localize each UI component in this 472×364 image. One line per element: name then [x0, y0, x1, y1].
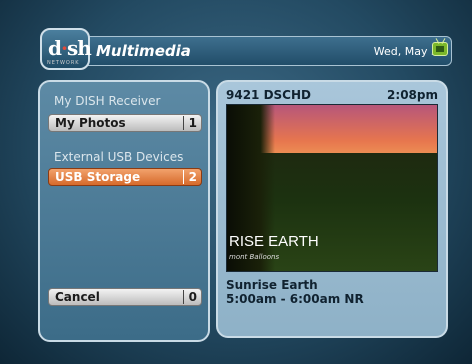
- date-label: Wed, May 3: [373, 45, 438, 58]
- video-caption-subtitle: mont Balloons: [229, 253, 280, 261]
- cancel-button[interactable]: Cancel 0: [48, 288, 202, 306]
- menu-item-label: My Photos: [55, 116, 126, 130]
- page-title: Multimedia: [96, 42, 191, 60]
- menu-panel: My DISH Receiver My Photos 1 External US…: [38, 80, 210, 342]
- menu-item-my-photos[interactable]: My Photos 1: [48, 114, 202, 132]
- menu-item-number: 2: [182, 170, 197, 184]
- video-preview[interactable]: RISE EARTH mont Balloons: [226, 104, 438, 272]
- time-label: 2:08pm: [387, 88, 438, 102]
- dish-logo-text: d·sh: [48, 36, 92, 60]
- video-caption-title: RISE EARTH: [229, 233, 319, 250]
- preview-panel: 9421 DSCHD 2:08pm RISE EARTH mont Balloo…: [216, 80, 448, 338]
- program-title: Sunrise Earth: [226, 278, 318, 292]
- section-label-receiver: My DISH Receiver: [54, 94, 161, 108]
- menu-item-label: USB Storage: [55, 170, 141, 184]
- menu-item-number: 1: [182, 116, 197, 130]
- dish-logo-subtext: NETWORK: [47, 60, 80, 66]
- menu-item-label: Cancel: [55, 290, 100, 304]
- screen: d·sh NETWORK Multimedia Wed, May 3 My DI…: [0, 0, 472, 364]
- program-time: 5:00am - 6:00am NR: [226, 292, 364, 306]
- menu-item-usb-storage[interactable]: USB Storage 2: [48, 168, 202, 186]
- dish-logo: d·sh NETWORK: [40, 28, 92, 70]
- channel-label: 9421 DSCHD: [226, 88, 311, 102]
- section-label-usb: External USB Devices: [54, 150, 184, 164]
- menu-item-number: 0: [182, 290, 197, 304]
- tv-icon: [432, 42, 448, 56]
